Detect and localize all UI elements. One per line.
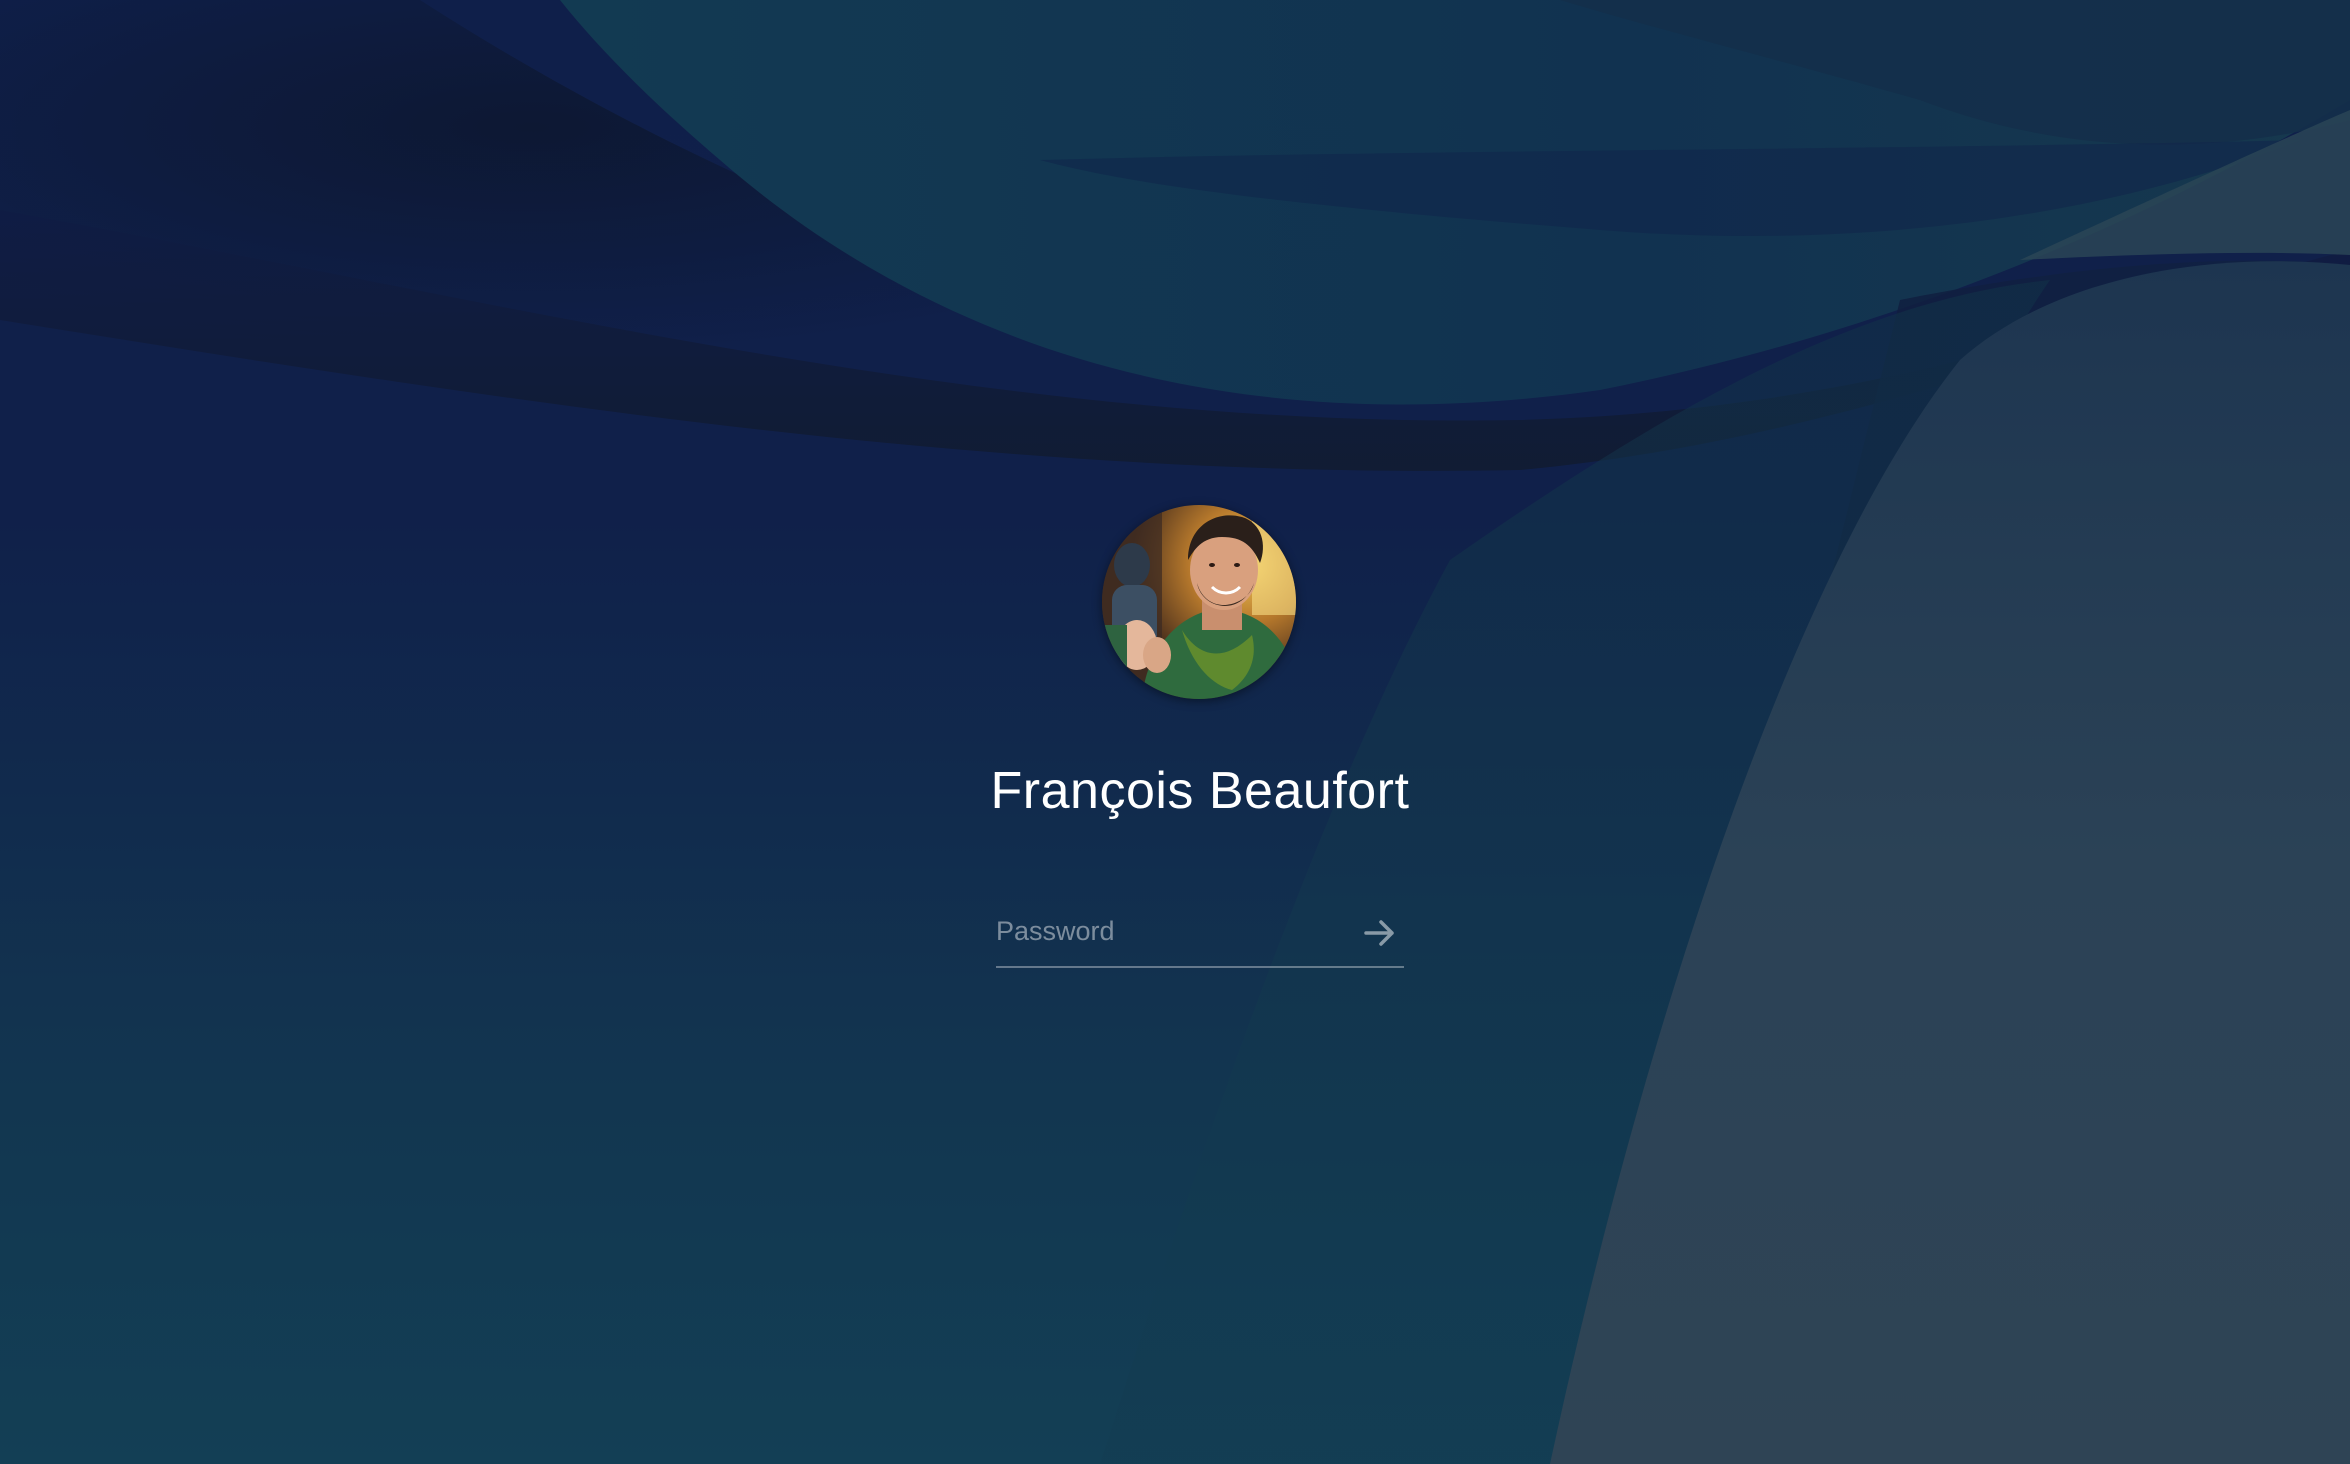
arrow-right-icon	[1364, 920, 1394, 946]
user-name: François Beaufort	[990, 762, 1410, 820]
wallpaper-background	[0, 0, 2350, 1464]
submit-button[interactable]	[1354, 908, 1404, 958]
lock-screen: François Beaufort	[0, 0, 2350, 1464]
user-avatar	[1102, 505, 1296, 699]
password-input[interactable]	[996, 906, 1336, 956]
user-photo	[1102, 505, 1296, 699]
password-row	[996, 896, 1404, 968]
